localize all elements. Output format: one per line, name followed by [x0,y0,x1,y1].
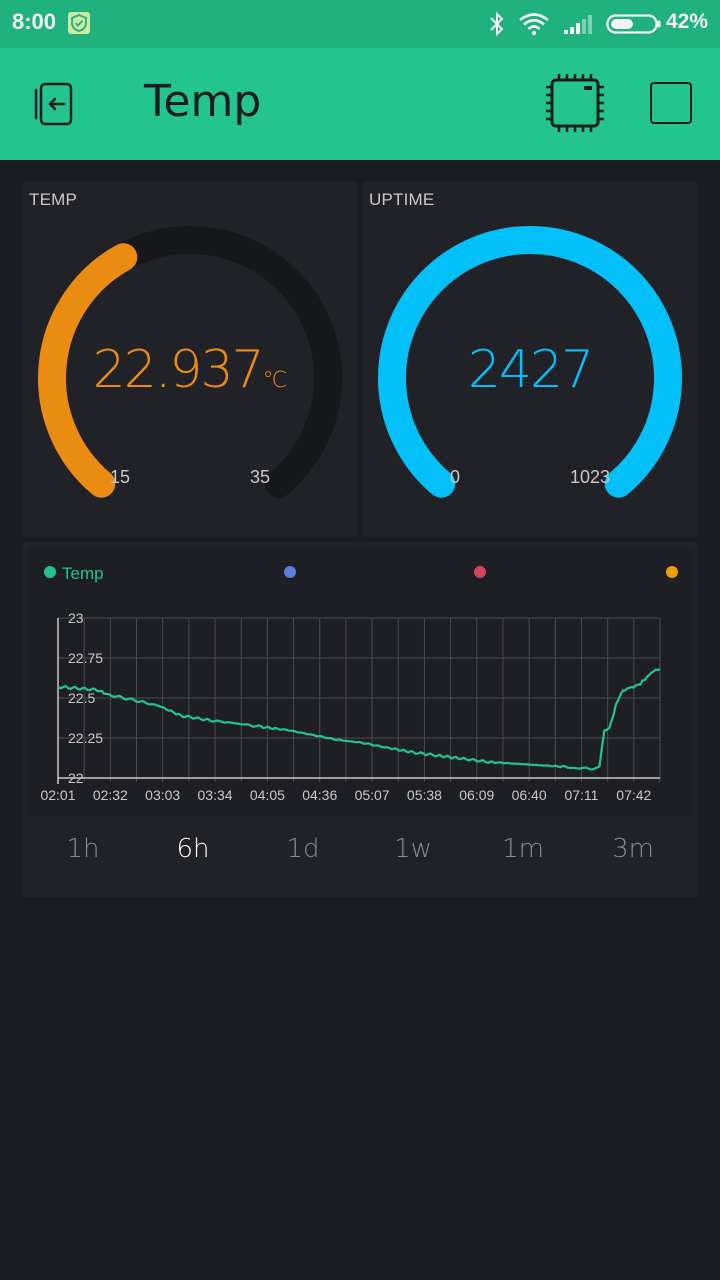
range-tab-1d[interactable]: 1d [248,834,358,864]
chart-area[interactable]: Temp 23 22.75 22.5 22.25 22 02:01 02:32 03:03 03… [28,548,692,818]
gauge-min-label: 0 [450,467,461,487]
status-bar: 8:00 42% [0,0,720,48]
exit-icon[interactable] [32,80,82,128]
wifi-icon [519,13,549,36]
device-chip-icon[interactable] [544,72,606,134]
shield-check-icon [68,12,90,34]
x-tick-label: 07:42 [616,787,651,803]
superchart-widget[interactable]: Temp 23 22.75 22.5 22.25 22 02:01 02:32 03:03 03… [22,542,698,897]
x-tick-label: 02:32 [93,787,128,803]
x-tick-label: 03:03 [145,787,180,803]
x-tick-label: 06:09 [459,787,494,803]
line-chart: 2322.7522.522.252202:01 02:32 03:03 03:34 04… [40,610,661,803]
x-tick-label: 04:36 [302,787,337,803]
y-tick-label: 23 [68,610,84,626]
range-tab-6h[interactable]: 6h [138,834,248,864]
gauge-unit: ℃ [262,368,288,393]
x-tick-label: 07:11 [564,787,598,803]
y-tick-label: 22.25 [68,730,103,746]
x-tick-label: 05:07 [355,787,390,803]
cellular-signal-icon [564,15,592,34]
range-tab-1w[interactable]: 1w [358,834,468,864]
gauge-value: 22.937℃ [22,340,358,400]
app-bar: Temp [0,48,720,160]
x-tick-label: 04:05 [250,787,285,803]
gauge-min-label: 15 [110,467,131,487]
gauge-value: 2427 [362,340,698,400]
x-tick-label: 02:01 [40,787,75,803]
y-tick-label: 22.75 [68,650,103,666]
uptime-gauge-widget[interactable]: UPTIME 2427 0 1023 [362,182,698,537]
bluetooth-icon [490,12,504,36]
x-tick-label: 05:38 [407,787,442,803]
range-tab-3m[interactable]: 3m [578,834,688,864]
status-time: 8:00 [12,9,57,34]
gauge-value-number: 22.937 [92,340,265,400]
range-tab-1m[interactable]: 1m [468,834,578,864]
range-tab-1h[interactable]: 1h [28,834,138,864]
x-tick-label: 03:34 [198,787,233,803]
page-title: Temp [144,76,262,127]
battery-percent: 42% [665,10,708,33]
x-tick-label: 06:40 [512,787,547,803]
gauge-max-label: 35 [250,467,271,487]
battery-icon [606,14,661,34]
time-range-tabs: 1h 6h 1d 1w 1m 3m [22,820,698,890]
y-tick-label: 22.5 [68,690,95,706]
gauge-value-number: 2427 [467,340,594,400]
gauge-max-label: 1023 [570,467,611,487]
series-line-temp [57,668,661,771]
temp-gauge-widget[interactable]: TEMP 22.937℃ 15 35 [22,182,358,537]
stop-icon[interactable] [650,82,692,124]
